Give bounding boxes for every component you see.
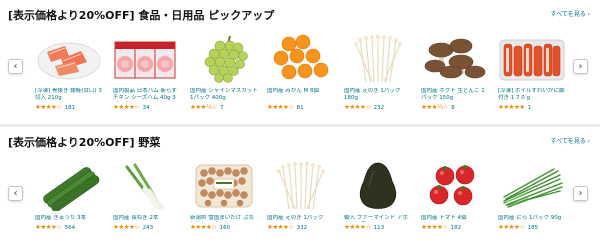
product-name[interactable]: 国内産 きゅうり 3本 — [35, 215, 103, 222]
product-name[interactable]: [冷凍] ボイルずわいがに脚 付き 1 7 0 g — [498, 88, 566, 102]
product-name[interactable]: 新潟県 雪国まいたけ ぶなしめじ 1パック100g — [190, 215, 258, 222]
review-count[interactable]: 81 — [297, 105, 304, 111]
star-rating-icon: ★★★★☆ — [35, 103, 62, 111]
carousel-prev-button[interactable]: ‹ — [8, 186, 23, 201]
product-card[interactable]: 国内産 みかん M 8個 ★★★★☆ 81 — [267, 34, 335, 111]
product-name[interactable]: 国内産 えのき 1パック 180g — [267, 215, 335, 222]
review-count[interactable]: 232 — [374, 105, 385, 111]
star-rating-icon: ★★★½☆ — [421, 103, 449, 111]
ham-pack-icon[interactable] — [113, 34, 181, 84]
see-all-link[interactable]: すべてを見る › — [550, 136, 590, 145]
product-rating: ★★★★☆ 81 — [267, 103, 335, 111]
salmon-fillet-icon[interactable] — [35, 34, 103, 84]
product-rating: ★★★½☆ 8 — [421, 103, 489, 111]
cucumber-icon[interactable] — [35, 161, 103, 211]
product-card[interactable]: 新潟県 雪国まいたけ ぶなしめじ 1パック100g ★★★★☆160 — [190, 161, 258, 231]
product-name[interactable]: 国内製品 日本ハム 新らすチキン シーズハム 40g 3パック — [113, 88, 181, 102]
see-all-link[interactable]: すべてを見る › — [550, 9, 590, 18]
product-rating: ★★★★☆ 332 — [267, 223, 335, 231]
star-rating-icon: ★★★½☆ — [190, 103, 218, 111]
star-rating-icon: ★★★★☆ — [113, 103, 140, 111]
product-rating: ★★★★☆ 185 — [498, 223, 566, 231]
star-rating-icon: ★★★★☆ — [267, 103, 294, 111]
review-count[interactable]: 564 — [65, 225, 76, 231]
star-rating-icon: ★★★★☆ — [421, 223, 448, 231]
product-rating: ★★★★☆ 113 — [344, 223, 412, 231]
product-rating: ★★★½☆ 7 — [190, 103, 258, 111]
product-name[interactable]: 国内産 みかん M 8個 — [267, 88, 335, 102]
star-rating-icon: ★★★★☆ — [344, 103, 371, 111]
product-card[interactable]: 国内産 きゅうり 3本 ★★★★☆ 564 — [35, 161, 103, 231]
avocado-icon[interactable] — [344, 161, 412, 211]
carousel-next-button[interactable]: › — [573, 59, 588, 74]
star-rating-icon: ★★★★☆ — [113, 223, 140, 231]
shiitake-icon[interactable] — [421, 34, 489, 84]
chives-icon[interactable] — [498, 161, 566, 211]
product-rating: ★★★★☆ 181 — [35, 103, 103, 111]
product-card[interactable]: 国内産 シャインマスカット 1パック 400g ★★★½☆ 7 — [190, 34, 258, 111]
tomato-icon[interactable] — [421, 161, 489, 211]
product-name[interactable]: 国内産 トマト 4個 — [421, 215, 489, 222]
shimeji-icon[interactable] — [190, 161, 258, 211]
product-card[interactable]: 国内産 トマト 4個 ★★★★☆ 182 — [421, 161, 489, 231]
review-count[interactable]: 243 — [143, 225, 154, 231]
review-count[interactable]: 185 — [528, 225, 539, 231]
section-title: [表示価格より20%OFF] 食品・日用品 ピックアップ — [8, 9, 275, 22]
product-card[interactable]: [冷凍] 骨抜き 銀鮭(甘口) 3切入 210g ★★★★☆ 181 — [35, 34, 103, 111]
star-rating-icon: ★★★★☆ — [344, 223, 371, 231]
enoki-icon[interactable] — [267, 161, 335, 211]
review-count[interactable]: 34 — [143, 105, 150, 111]
review-count[interactable]: 160 — [220, 225, 231, 231]
product-rating: ★★★★☆ 160 — [190, 223, 258, 231]
review-count[interactable]: 7 — [220, 105, 224, 111]
product-name[interactable]: [冷凍] 骨抜き 銀鮭(甘口) 3切入 210g — [35, 88, 103, 102]
review-count[interactable]: 181 — [65, 105, 76, 111]
product-card[interactable]: 輸入 ファーマインド アボカド 1個 ★★★★☆113 — [344, 161, 412, 231]
product-name[interactable]: 国内産 ホクト 生どんこ 1パック 150g — [421, 88, 489, 102]
star-rating-icon: ★★★★☆ — [498, 223, 525, 231]
carousel-section-pickup: [表示価格より20%OFF] 食品・日用品 ピックアップ すべてを見る › ‹ … — [0, 0, 600, 124]
section-title: [表示価格より20%OFF] 野菜 — [8, 136, 161, 149]
review-count[interactable]: 1 — [528, 105, 532, 111]
product-name[interactable]: 国内産 シャインマスカット 1パック 400g — [190, 88, 258, 102]
carousel-section-vegetables: [表示価格より20%OFF] 野菜 すべてを見る › ‹ › 国内産 きゅうり … — [0, 127, 600, 251]
product-name[interactable]: 国内産 長ねぎ 2本 — [113, 215, 181, 222]
mandarin-icon[interactable] — [267, 34, 335, 84]
review-count[interactable]: 113 — [374, 225, 385, 231]
carousel-next-button[interactable]: › — [573, 186, 588, 201]
product-rating: ★★★★☆ 182 — [421, 223, 489, 231]
product-card[interactable]: 国内産 にら 1パック 90g ★★★★☆ 185 — [498, 161, 566, 231]
star-rating-icon: ★★★★☆ — [267, 223, 294, 231]
star-rating-icon: ★★★★☆ — [190, 223, 217, 231]
review-count[interactable]: 182 — [451, 225, 462, 231]
product-card[interactable]: 国内産 ホクト 生どんこ 1パック 150g ★★★½☆ 8 — [421, 34, 489, 111]
product-rating: ★★★★★ 1 — [498, 103, 566, 111]
product-rating: ★★★★☆ 34 — [113, 103, 181, 111]
star-rating-icon: ★★★★★ — [498, 103, 525, 111]
product-name[interactable]: 国内産 えのき 1パック 180g — [344, 88, 412, 102]
leek-icon[interactable] — [113, 161, 181, 211]
carousel-prev-button[interactable]: ‹ — [8, 59, 23, 74]
product-card[interactable]: 国内産 えのき 1パック 180g ★★★★☆ 232 — [344, 34, 412, 111]
product-card[interactable]: [冷凍] ボイルずわいがに脚 付き 1 7 0 g ★★★★★ 1 — [498, 34, 566, 111]
product-rating: ★★★★☆ 564 — [35, 223, 103, 231]
product-name[interactable]: 輸入 ファーマインド アボカド 1個 — [344, 215, 412, 222]
crab-icon[interactable] — [498, 34, 566, 84]
product-card[interactable]: 国内製品 日本ハム 新らすチキン シーズハム 40g 3パック ★★★★☆34 — [113, 34, 181, 111]
grapes-icon[interactable] — [190, 34, 258, 84]
star-rating-icon: ★★★★☆ — [35, 223, 62, 231]
review-count[interactable]: 332 — [297, 225, 308, 231]
product-rating: ★★★★☆ 232 — [344, 103, 412, 111]
product-name[interactable]: 国内産 にら 1パック 90g — [498, 215, 566, 222]
product-rating: ★★★★☆ 243 — [113, 223, 181, 231]
product-card[interactable]: 国内産 長ねぎ 2本 ★★★★☆ 243 — [113, 161, 181, 231]
review-count[interactable]: 8 — [451, 105, 455, 111]
product-card[interactable]: 国内産 えのき 1パック 180g ★★★★☆332 — [267, 161, 335, 231]
enoki-icon[interactable] — [344, 34, 412, 84]
